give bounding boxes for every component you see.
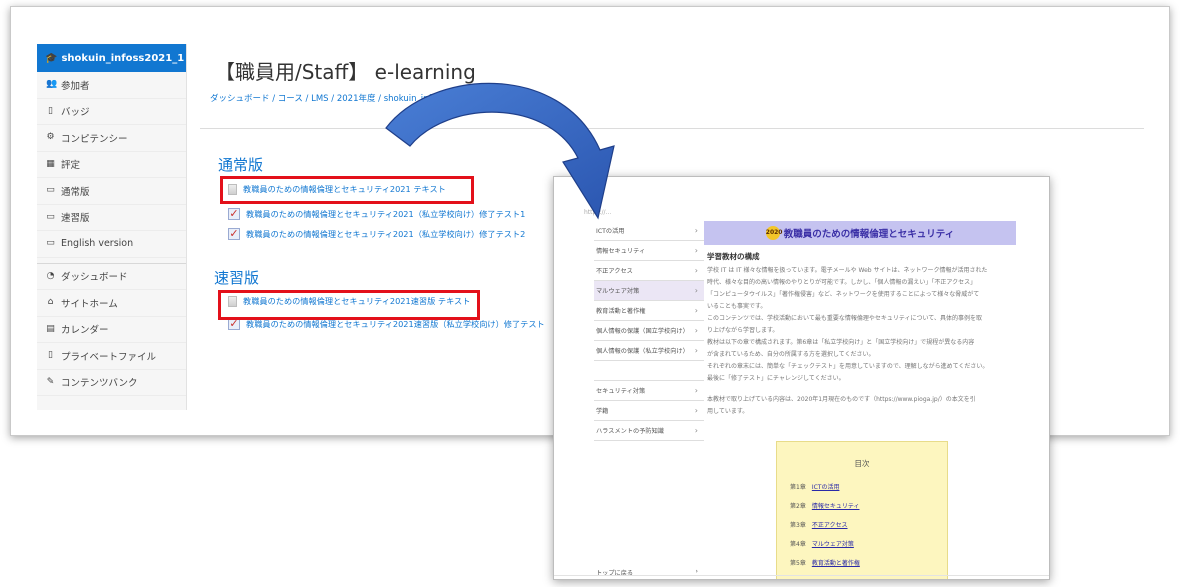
curved-arrow-icon bbox=[385, 82, 615, 220]
